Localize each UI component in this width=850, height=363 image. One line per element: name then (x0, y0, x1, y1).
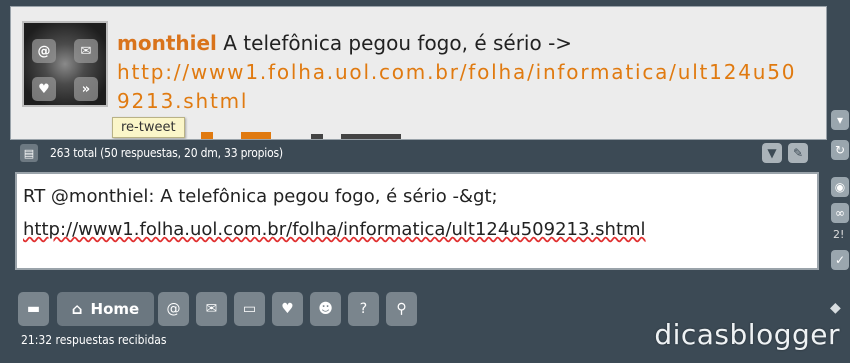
heart-icon[interactable]: ♥ (32, 77, 56, 101)
mail-icon[interactable]: ✉ (74, 39, 98, 63)
forward-icon[interactable]: » (74, 77, 98, 101)
help-icon[interactable]: ? (348, 292, 379, 326)
link-icon[interactable]: ∞ (831, 203, 849, 223)
client-window: @ ✉ ♥ » monthiel A telefônica pegou fogo… (0, 0, 850, 363)
tweet-author[interactable]: monthiel (117, 31, 217, 55)
home-label: Home (90, 300, 140, 318)
tweet-count: 263 total (50 respuestas, 20 dm, 33 prop… (50, 146, 283, 160)
message-icon[interactable]: ✉ (196, 292, 227, 326)
edit-icon[interactable]: ✎ (788, 143, 808, 163)
composer-text[interactable]: RT @monthiel: A telefônica pegou fogo, é… (23, 180, 811, 246)
search-icon[interactable]: ⚲ (386, 292, 417, 326)
folder-icon[interactable]: ▭ (234, 292, 265, 326)
watermark: dicasblogger (654, 318, 840, 351)
timeline-panel: @ ✉ ♥ » monthiel A telefônica pegou fogo… (10, 6, 827, 140)
tweet-body: A telefônica pegou fogo, é sério -> (223, 31, 573, 55)
composer-line-2: http://www1.folha.uol.com.br/folha/infor… (23, 219, 646, 240)
refresh-icon[interactable]: ↻ (831, 140, 849, 160)
tweet-composer[interactable]: RT @monthiel: A telefônica pegou fogo, é… (15, 172, 819, 270)
chat-icon[interactable]: ▬ (18, 292, 49, 326)
check-icon[interactable]: ✓ (831, 250, 849, 270)
next-tweet-peek (201, 125, 421, 139)
tag-icon[interactable]: ◆ (830, 300, 844, 316)
user-avatar[interactable]: @ ✉ ♥ » (22, 21, 108, 107)
scroll-down-icon[interactable]: ▾ (831, 110, 849, 130)
filter-icon[interactable]: ▼ (762, 143, 782, 163)
tweet-text: monthiel A telefônica pegou fogo, é séri… (117, 29, 807, 116)
favorite-icon[interactable]: ♥ (272, 292, 303, 326)
reply-icon[interactable]: @ (32, 39, 56, 63)
char-counter: 2! (833, 228, 845, 241)
home-button[interactable]: ⌂ Home (57, 292, 154, 326)
mention-icon[interactable]: @ (158, 292, 189, 326)
list-icon[interactable]: ▤ (20, 144, 38, 162)
status-bar: ▤ 263 total (50 respuestas, 20 dm, 33 pr… (10, 139, 825, 167)
users-icon[interactable]: ☻ (310, 292, 341, 326)
footer-status: 21:32 respuestas recibidas (21, 333, 167, 347)
tweet-link[interactable]: http://www1.folha.uol.com.br/folha/infor… (117, 60, 796, 113)
composer-line-1: RT @monthiel: A telefônica pegou fogo, é… (23, 186, 498, 207)
home-icon: ⌂ (71, 300, 83, 318)
camera-icon[interactable]: ◉ (831, 177, 849, 197)
retweet-tooltip: re-tweet (112, 117, 185, 138)
